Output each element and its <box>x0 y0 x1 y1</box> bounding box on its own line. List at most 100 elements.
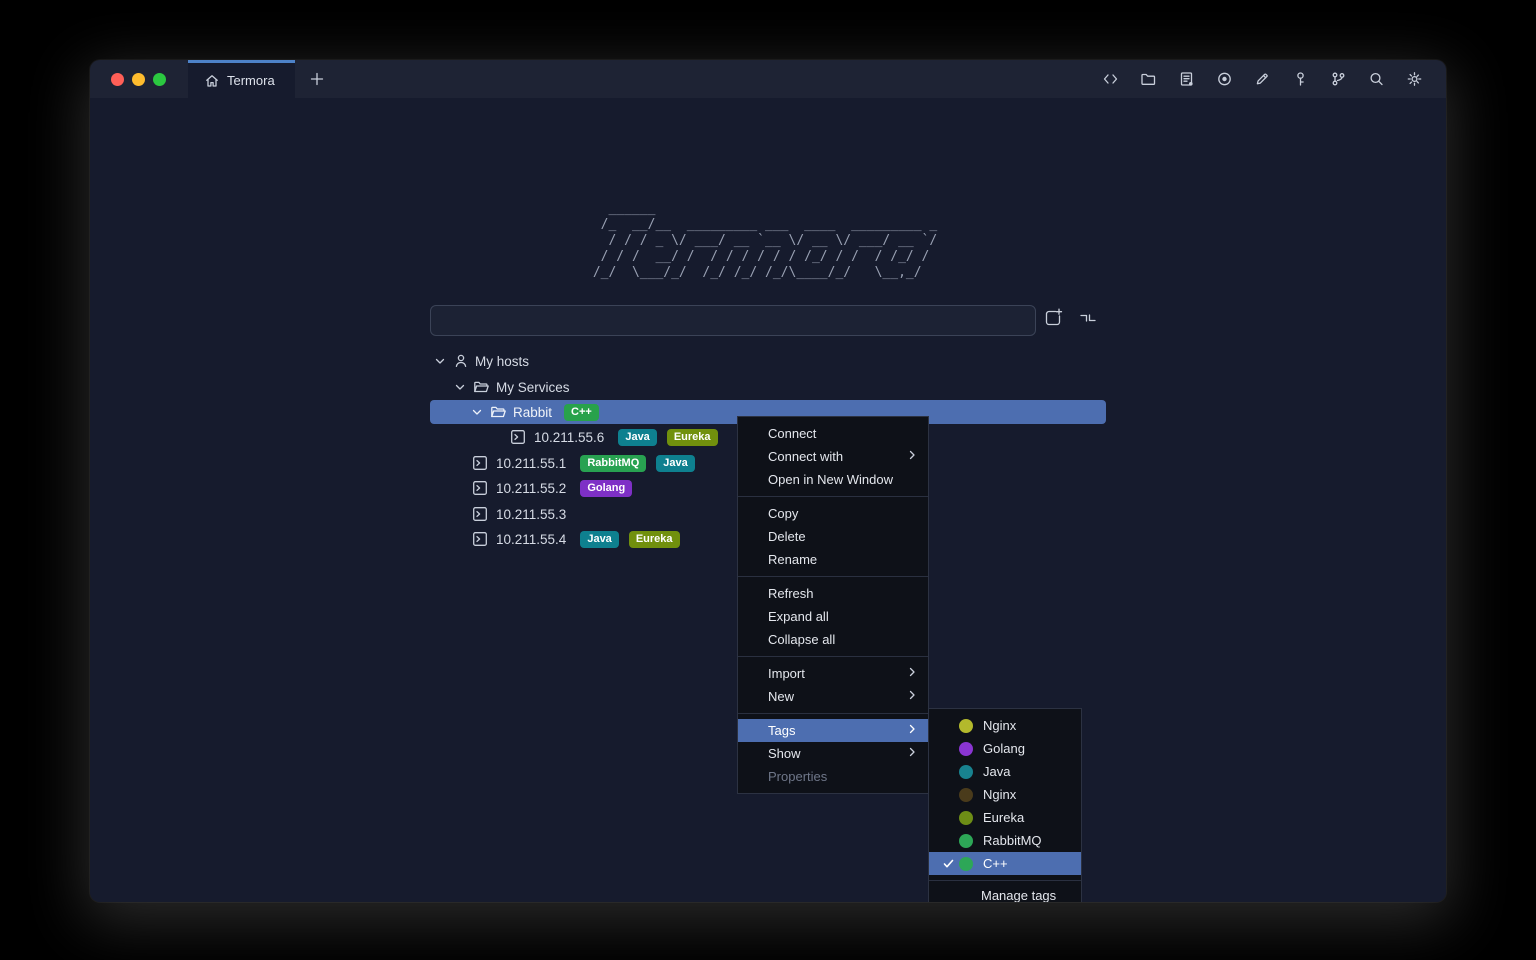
terminal-icon <box>472 455 488 471</box>
tag-option-java[interactable]: Java <box>929 760 1081 783</box>
tree-item-host[interactable]: 10.211.55.1 RabbitMQ Java <box>472 453 695 473</box>
tag-color-dot <box>959 742 973 756</box>
code-icon[interactable] <box>1096 65 1124 93</box>
add-host-button[interactable] <box>1042 307 1064 334</box>
terminal-icon <box>472 531 488 547</box>
context-menu: Connect Connect with Open in New Window … <box>737 416 929 794</box>
person-icon <box>453 353 469 369</box>
tag-color-dot <box>959 834 973 848</box>
host-tags: Java Eureka <box>618 429 717 446</box>
chevron-down-icon <box>433 354 447 368</box>
record-icon[interactable] <box>1210 65 1238 93</box>
host-toolbar <box>1042 305 1099 336</box>
minimize-window-button[interactable] <box>132 73 145 86</box>
tag-badge: RabbitMQ <box>580 455 646 472</box>
tag-color-dot <box>959 857 973 871</box>
titlebar-actions <box>1096 60 1446 98</box>
menu-item-properties: Properties <box>738 765 928 788</box>
chevron-right-icon <box>906 689 918 704</box>
tag-badge: Java <box>656 455 694 472</box>
settings-icon[interactable] <box>1400 65 1428 93</box>
chevron-down-icon <box>470 405 484 419</box>
tree-label: Rabbit <box>513 405 552 420</box>
menu-item-collapse-all[interactable]: Collapse all <box>738 628 928 651</box>
new-tab-button[interactable] <box>295 60 339 98</box>
menu-item-expand-all[interactable]: Expand all <box>738 605 928 628</box>
tab-label: Termora <box>227 73 275 88</box>
menu-item-delete[interactable]: Delete <box>738 525 928 548</box>
edit-icon[interactable] <box>1248 65 1276 93</box>
menu-item-import[interactable]: Import <box>738 662 928 685</box>
menu-item-connect[interactable]: Connect <box>738 422 928 445</box>
manage-tags-button[interactable]: Manage tags <box>929 881 1081 902</box>
menu-item-open-in-new-window[interactable]: Open in New Window <box>738 468 928 491</box>
host-name: 10.211.55.4 <box>496 532 566 547</box>
termora-window: Termora <box>90 60 1446 902</box>
close-window-button[interactable] <box>111 73 124 86</box>
tag-option-rabbitmq[interactable]: RabbitMQ <box>929 829 1081 852</box>
zoom-window-button[interactable] <box>153 73 166 86</box>
tab-termora[interactable]: Termora <box>188 60 295 98</box>
titlebar-drag-area <box>339 60 1096 98</box>
plus-icon <box>309 71 325 87</box>
tree-label: My hosts <box>475 354 529 369</box>
host-tags: Golang <box>580 480 632 497</box>
main-area: ______ /_ __/__ _________ ___ ____ _____… <box>90 98 1446 902</box>
chevron-right-icon <box>906 449 918 464</box>
host-name: 10.211.55.3 <box>496 507 566 522</box>
tag-badge: Java <box>618 429 656 446</box>
tags-submenu: Nginx Golang Java Ng <box>928 708 1082 902</box>
open-folder-icon <box>490 404 507 420</box>
tag-color-dot <box>959 719 973 733</box>
menu-item-new[interactable]: New <box>738 685 928 708</box>
tree-item-host[interactable]: 10.211.55.3 <box>472 504 566 524</box>
chevron-right-icon <box>906 666 918 681</box>
tree-label: My Services <box>496 380 570 395</box>
menu-item-refresh[interactable]: Refresh <box>738 582 928 605</box>
tag-option-golang[interactable]: Golang <box>929 737 1081 760</box>
menu-item-rename[interactable]: Rename <box>738 548 928 571</box>
collapse-all-button[interactable] <box>1077 307 1099 334</box>
tree-item-my-hosts[interactable]: My hosts <box>433 351 529 371</box>
host-name: 10.211.55.6 <box>534 430 604 445</box>
open-folder-icon <box>473 379 490 395</box>
desktop: Termora <box>0 0 1536 960</box>
tag-color-dot <box>959 765 973 779</box>
host-tags: Java Eureka <box>580 531 679 548</box>
terminal-icon <box>510 429 526 445</box>
home-icon <box>204 73 220 89</box>
host-tags: RabbitMQ Java <box>580 455 694 472</box>
tag-option-nginx-2[interactable]: Nginx <box>929 783 1081 806</box>
terminal-icon <box>472 506 488 522</box>
search-icon[interactable] <box>1362 65 1390 93</box>
chevron-down-icon <box>453 380 467 394</box>
branch-icon[interactable] <box>1324 65 1352 93</box>
tag-badge: C++ <box>564 404 599 421</box>
tree-item-host[interactable]: 10.211.55.4 Java Eureka <box>472 529 680 549</box>
menu-item-show[interactable]: Show <box>738 742 928 765</box>
tag-color-dot <box>959 811 973 825</box>
chevron-right-icon <box>906 723 918 738</box>
log-icon[interactable] <box>1172 65 1200 93</box>
key-icon[interactable] <box>1286 65 1314 93</box>
terminal-icon <box>472 480 488 496</box>
tag-badge: Eureka <box>629 531 680 548</box>
tree-item-host[interactable]: 10.211.55.2 Golang <box>472 478 632 498</box>
tag-badge: Golang <box>580 480 632 497</box>
chevron-right-icon <box>906 746 918 761</box>
menu-item-tags[interactable]: Tags <box>738 719 928 742</box>
host-search-input[interactable] <box>430 305 1036 336</box>
tag-option-eureka[interactable]: Eureka <box>929 806 1081 829</box>
menu-item-connect-with[interactable]: Connect with <box>738 445 928 468</box>
menu-item-copy[interactable]: Copy <box>738 502 928 525</box>
host-name: 10.211.55.2 <box>496 481 566 496</box>
tag-badge: Eureka <box>667 429 718 446</box>
tree-item-my-services[interactable]: My Services <box>453 377 570 397</box>
tag-option-nginx[interactable]: Nginx <box>929 714 1081 737</box>
tag-badge: Java <box>580 531 618 548</box>
tree-item-host[interactable]: 10.211.55.6 Java Eureka <box>510 427 718 447</box>
tag-color-dot <box>959 788 973 802</box>
traffic-lights <box>90 60 188 98</box>
tag-option-cpp[interactable]: C++ <box>929 852 1081 875</box>
folder-icon[interactable] <box>1134 65 1162 93</box>
